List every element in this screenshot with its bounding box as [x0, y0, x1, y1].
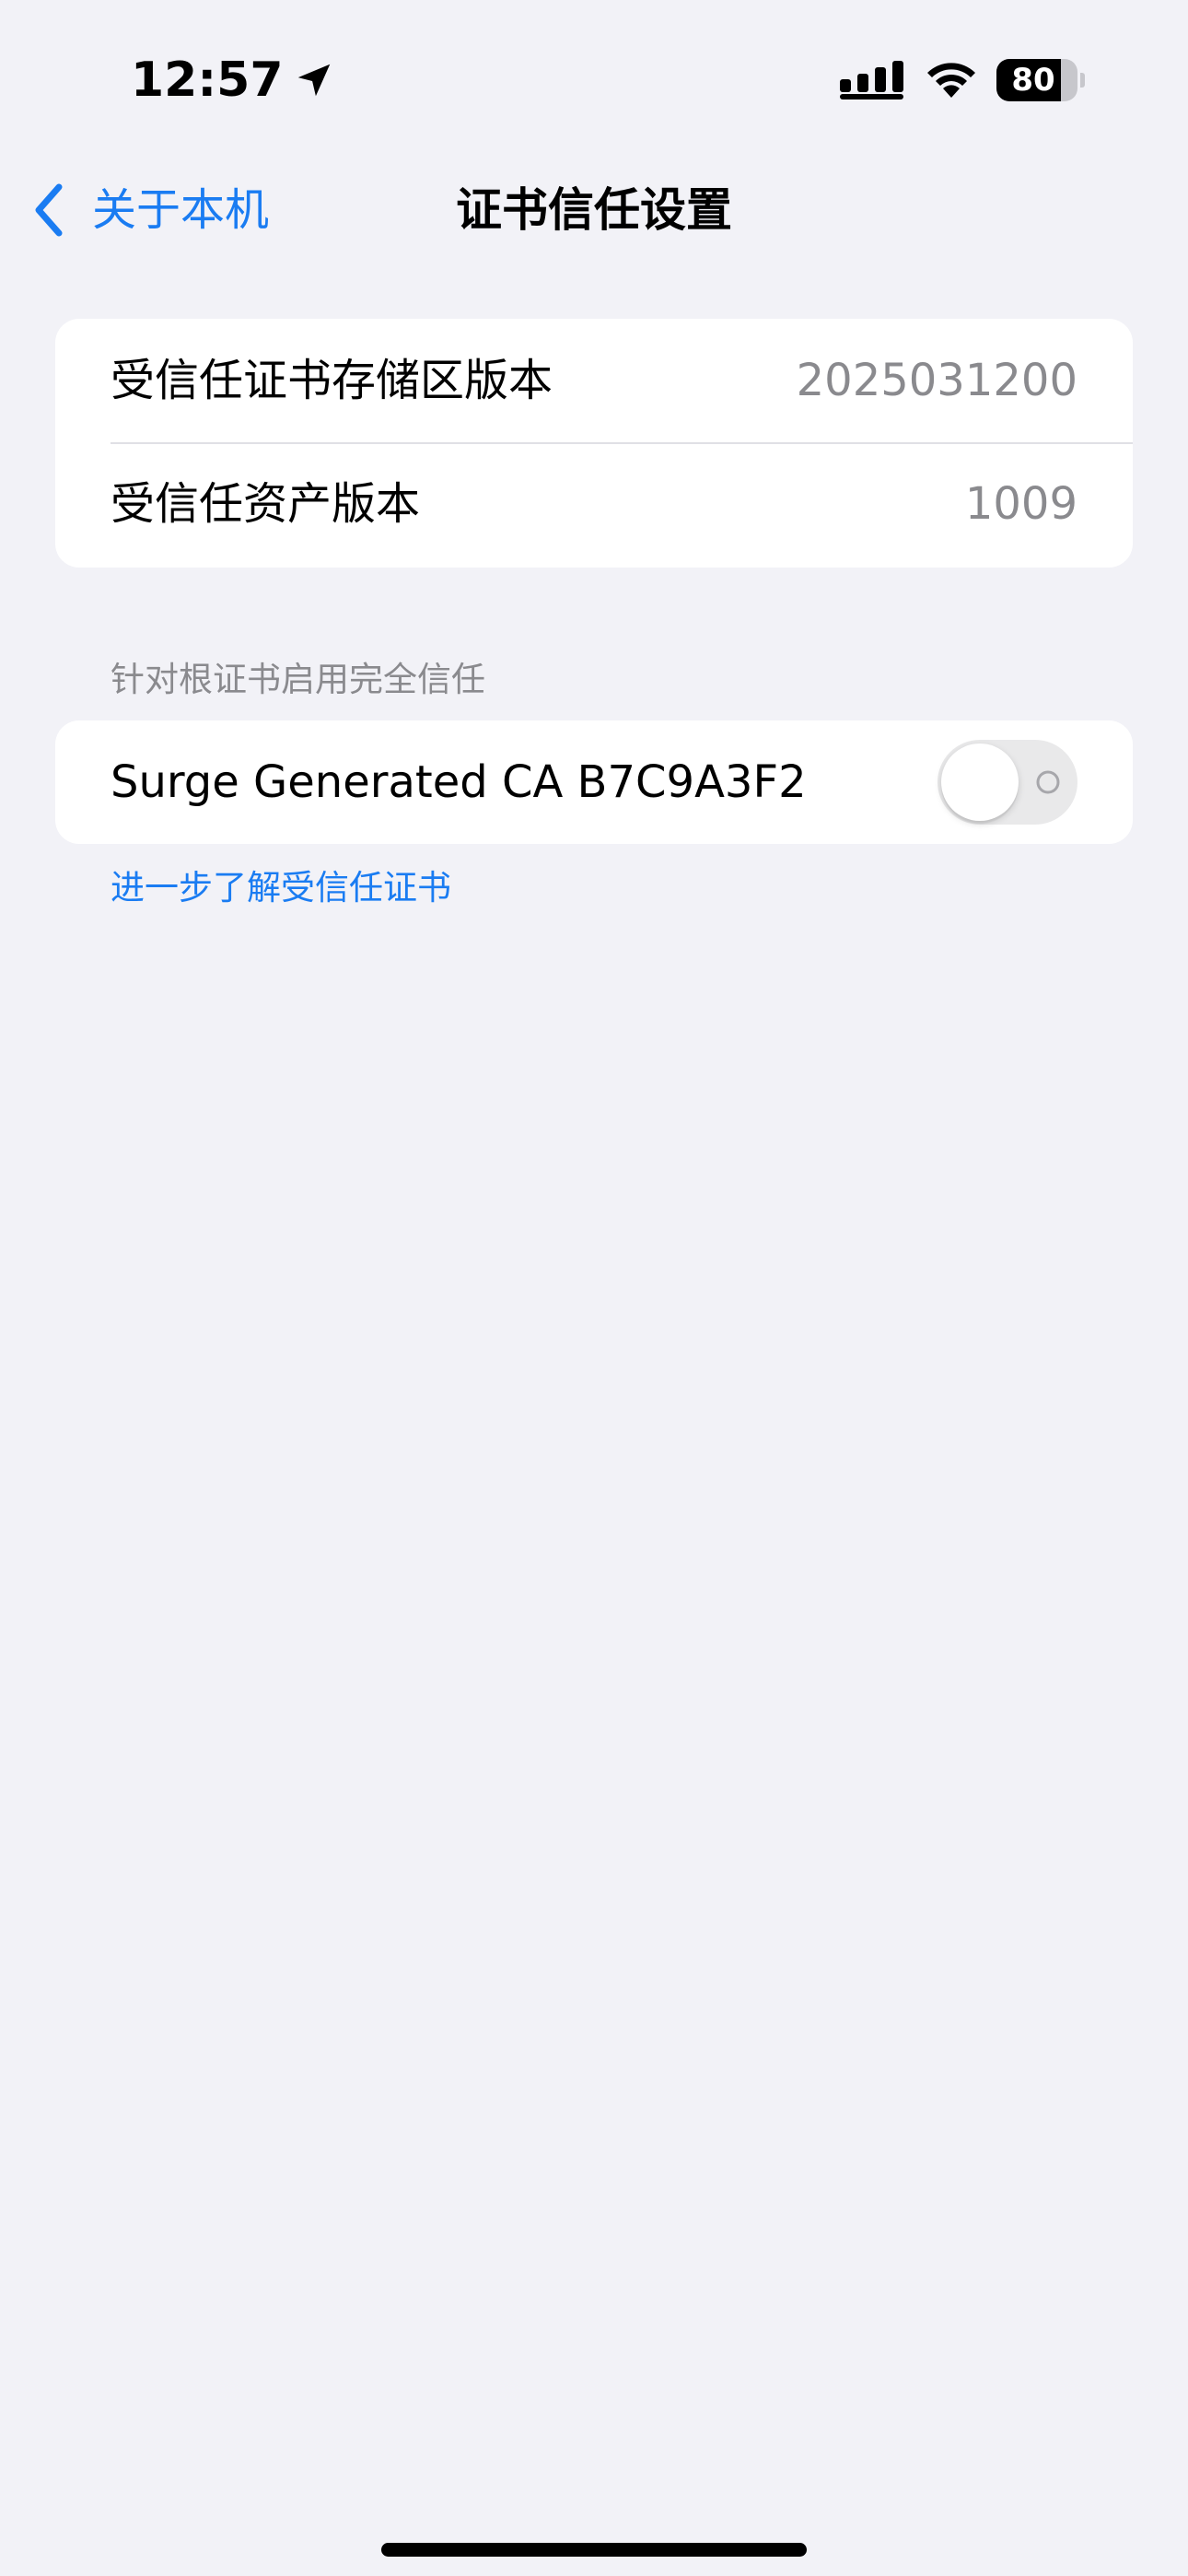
full-trust-toggle[interactable] — [938, 740, 1077, 825]
row-value: 1009 — [964, 478, 1077, 530]
battery-icon: 80 — [996, 59, 1085, 101]
home-indicator[interactable] — [381, 2543, 807, 2557]
toggle-knob — [941, 744, 1019, 821]
back-button[interactable]: 关于本机 — [31, 177, 269, 243]
toggle-off-indicator-icon — [1036, 770, 1060, 794]
battery-level: 80 — [1011, 62, 1055, 99]
status-time-text: 12:57 — [131, 53, 284, 108]
back-button-label: 关于本机 — [92, 184, 270, 236]
trust-card: Surge Generated CA B7C9A3F2 — [55, 720, 1133, 844]
versions-card: 受信任证书存储区版本 2025031200 受信任资产版本 1009 — [55, 319, 1133, 568]
row-value: 2025031200 — [796, 355, 1077, 406]
list-item-certificate: Surge Generated CA B7C9A3F2 — [55, 720, 1133, 844]
page-title: 证书信任设置 — [456, 183, 732, 237]
status-bar: 12:57 80 — [0, 0, 1188, 157]
learn-more-link[interactable]: 进一步了解受信任证书 — [111, 862, 451, 914]
cellular-signal-icon — [840, 61, 903, 100]
row-label: 受信任资产版本 — [111, 478, 421, 530]
list-item-trust-asset-version: 受信任资产版本 1009 — [55, 442, 1133, 566]
location-arrow-icon — [297, 64, 330, 97]
battery-body: 80 — [996, 59, 1077, 101]
certificate-name: Surge Generated CA B7C9A3F2 — [111, 756, 807, 808]
section-header: 针对根证书启用完全信任 — [111, 660, 485, 699]
row-label: 受信任证书存储区版本 — [111, 355, 553, 406]
list-item-trust-store-version: 受信任证书存储区版本 2025031200 — [55, 319, 1133, 442]
chevron-left-icon — [35, 183, 63, 237]
wifi-icon — [927, 63, 975, 98]
battery-tip — [1080, 73, 1085, 88]
status-time: 12:57 — [131, 48, 335, 112]
